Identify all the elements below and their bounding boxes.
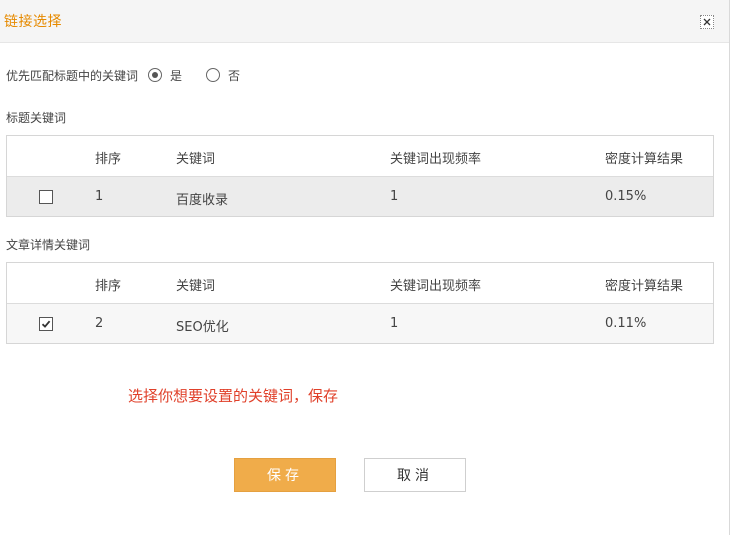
row-density: 0.11%: [605, 316, 647, 331]
cancel-button[interactable]: 取消: [364, 458, 466, 492]
row-keyword: 百度收录: [176, 193, 229, 208]
row-density: 0.15%: [605, 189, 647, 204]
radio-no-label: 否: [228, 68, 241, 83]
row-keyword: SEO优化: [176, 320, 229, 335]
column-header-rank: 排序: [95, 279, 122, 294]
preference-row: 优先匹配标题中的关键词 是 否: [6, 66, 264, 84]
table-row[interactable]: 1 百度收录 1 0.15%: [7, 176, 713, 216]
row-rank: 1: [95, 189, 104, 204]
row-rank: 2: [95, 316, 104, 331]
column-header-frequency: 关键词出现频率: [390, 279, 482, 294]
row-frequency: 1: [390, 189, 399, 204]
radio-yes-label: 是: [170, 68, 183, 83]
column-header-keyword: 关键词: [176, 152, 216, 167]
column-header-rank: 排序: [95, 152, 122, 167]
checkmark-icon: [41, 320, 51, 328]
dialog-title: 链接选择: [4, 14, 62, 30]
column-header-frequency: 关键词出现频率: [390, 152, 482, 167]
title-keywords-label: 标题关键词: [6, 111, 67, 125]
column-header-keyword: 关键词: [176, 279, 216, 294]
column-header-density: 密度计算结果: [605, 279, 684, 294]
dialog-titlebar: 链接选择: [0, 0, 729, 43]
link-select-dialog: 链接选择 优先匹配标题中的关键词 是 否 标题关键词 排序 关键词 关键词出现频…: [0, 0, 730, 535]
row-checkbox[interactable]: [39, 190, 53, 204]
table-header: 排序 关键词 关键词出现频率 密度计算结果: [7, 136, 713, 176]
radio-no[interactable]: [206, 68, 221, 82]
radio-yes[interactable]: [148, 68, 163, 82]
save-button[interactable]: 保存: [234, 458, 336, 492]
instruction-hint: 选择你想要设置的关键词，保存: [128, 387, 339, 405]
row-checkbox[interactable]: [39, 317, 53, 331]
article-keywords-label: 文章详情关键词: [6, 238, 91, 252]
table-row[interactable]: 2 SEO优化 1 0.11%: [7, 303, 713, 343]
preference-label: 优先匹配标题中的关键词: [6, 68, 139, 83]
title-keywords-table: 排序 关键词 关键词出现频率 密度计算结果 1 百度收录 1 0.15%: [6, 135, 714, 217]
article-keywords-table: 排序 关键词 关键词出现频率 密度计算结果 2 SEO优化 1 0.11%: [6, 262, 714, 344]
close-icon: [703, 18, 711, 26]
column-header-density: 密度计算结果: [605, 152, 684, 167]
row-frequency: 1: [390, 316, 399, 331]
close-button[interactable]: [700, 15, 714, 29]
table-header: 排序 关键词 关键词出现频率 密度计算结果: [7, 263, 713, 303]
